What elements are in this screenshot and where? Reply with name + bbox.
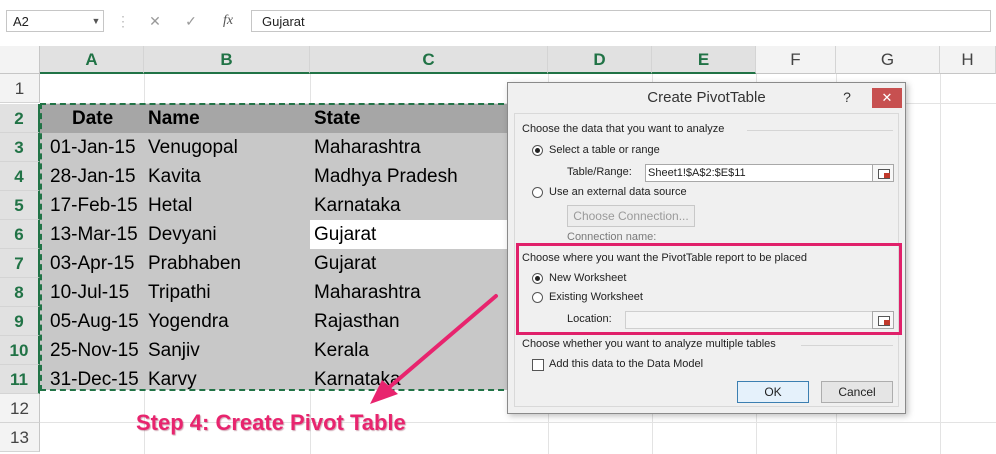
column-header-a[interactable]: A	[40, 46, 144, 74]
column-header-b[interactable]: B	[144, 46, 310, 74]
row-header-2[interactable]: 2	[0, 104, 40, 133]
step-annotation: Step 4: Create Pivot Table	[136, 410, 406, 435]
row-header-5[interactable]: 5	[0, 191, 40, 220]
radio-select-range[interactable]	[532, 145, 543, 156]
row-header-13[interactable]: 13	[0, 423, 40, 452]
connection-name-label: Connection name:	[567, 231, 657, 243]
row-header-7[interactable]: 7	[0, 249, 40, 278]
formula-input[interactable]: Gujarat	[251, 10, 991, 32]
chevron-down-icon[interactable]: ▼	[88, 10, 104, 32]
help-icon[interactable]: ?	[839, 87, 855, 107]
column-header-g[interactable]: G	[836, 46, 940, 74]
cancel-icon[interactable]: ✕	[144, 10, 166, 32]
dots-icon: ⋮	[116, 13, 130, 29]
column-header-c[interactable]: C	[310, 46, 548, 74]
row-header-10[interactable]: 10	[0, 336, 40, 365]
row-header-3[interactable]: 3	[0, 133, 40, 162]
data-model-label[interactable]: Add this data to the Data Model	[549, 358, 703, 370]
grid-line	[940, 74, 941, 454]
cancel-button[interactable]: Cancel	[821, 381, 893, 403]
radio-external-source[interactable]	[532, 187, 543, 198]
radio-select-range-label[interactable]: Select a table or range	[549, 144, 660, 156]
collapse-range-icon[interactable]	[872, 164, 894, 182]
column-header-h[interactable]: H	[940, 46, 996, 74]
row-header-1[interactable]: 1	[0, 74, 40, 103]
annotation-arrow	[370, 294, 498, 404]
arrow-shaft	[384, 294, 498, 392]
insert-function-icon[interactable]: fx	[216, 10, 240, 32]
column-header-f[interactable]: F	[756, 46, 836, 74]
column-header-e[interactable]: E	[652, 46, 756, 74]
table-range-label: Table/Range:	[567, 166, 632, 178]
section-multiple-tables-label: Choose whether you want to analyze multi…	[522, 338, 776, 350]
ok-button[interactable]: OK	[737, 381, 809, 403]
choose-connection-button[interactable]: Choose Connection...	[567, 205, 695, 227]
row-header-8[interactable]: 8	[0, 278, 40, 307]
column-header-d[interactable]: D	[548, 46, 652, 74]
section-analyze-label: Choose the data that you want to analyze	[522, 123, 725, 135]
row-header-4[interactable]: 4	[0, 162, 40, 191]
placement-highlight-box	[516, 243, 902, 335]
row-header-6[interactable]: 6	[0, 220, 40, 249]
group-divider	[801, 345, 893, 346]
radio-external-source-label[interactable]: Use an external data source	[549, 186, 687, 198]
row-header-9[interactable]: 9	[0, 307, 40, 336]
group-divider	[747, 130, 893, 131]
row-header-11[interactable]: 11	[0, 365, 40, 394]
enter-icon[interactable]: ✓	[180, 10, 202, 32]
close-icon[interactable]: ✕	[872, 88, 902, 108]
table-range-input[interactable]: Sheet1!$A$2:$E$11	[645, 164, 873, 182]
select-all-corner[interactable]	[0, 46, 40, 74]
row-header-12[interactable]: 12	[0, 394, 40, 423]
formula-bar: A2 ▼ ⋮ ✕ ✓ fx Gujarat	[0, 0, 996, 47]
data-model-checkbox[interactable]	[532, 359, 544, 371]
